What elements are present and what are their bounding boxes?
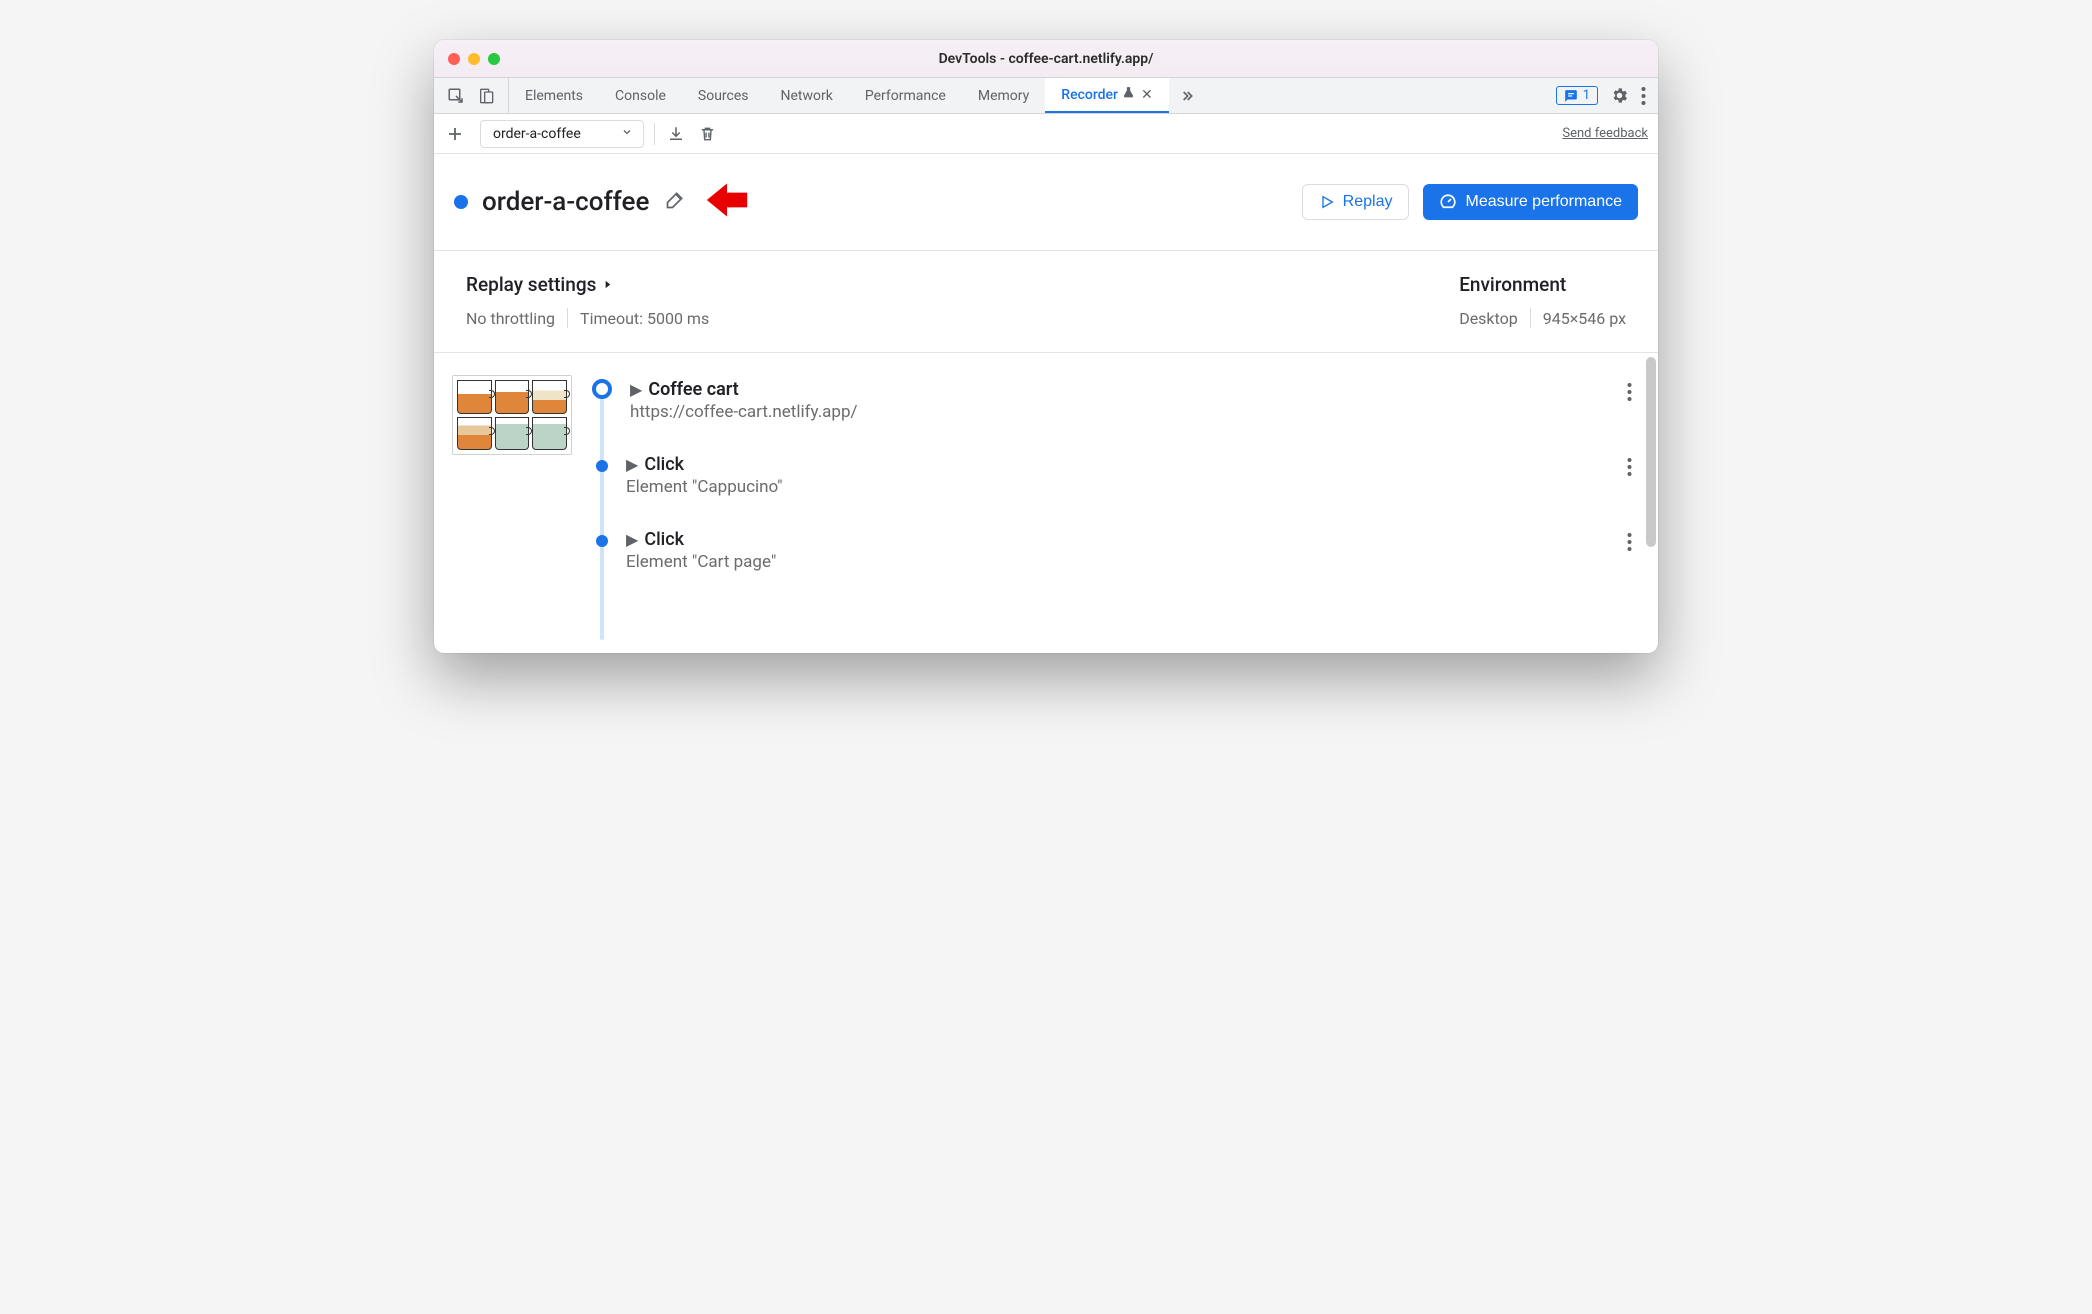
inspect-tools <box>434 78 509 113</box>
recording-status-dot <box>454 195 468 209</box>
edit-title-button[interactable] <box>665 190 685 214</box>
more-tabs-button[interactable] <box>1169 78 1205 113</box>
caret-right-icon: ▶ <box>630 380 642 399</box>
device-toolbar-icon[interactable] <box>476 86 496 106</box>
step-subtitle: Element "Cappucino" <box>626 477 1619 497</box>
issues-badge[interactable]: 1 <box>1556 86 1598 105</box>
window-title: DevTools - coffee-cart.netlify.app/ <box>434 51 1658 67</box>
step-menu-kebab-icon[interactable] <box>1619 454 1640 484</box>
recording-selector[interactable]: order-a-coffee <box>480 120 644 148</box>
close-tab-icon[interactable]: ✕ <box>1141 87 1153 103</box>
devtools-window: DevTools - coffee-cart.netlify.app/ Elem… <box>434 40 1658 653</box>
tabs-right-controls: 1 <box>1544 78 1658 113</box>
send-feedback-link[interactable]: Send feedback <box>1562 126 1648 141</box>
recording-header: order-a-coffee Replay Measure performanc… <box>434 154 1658 251</box>
tab-performance[interactable]: Performance <box>849 78 962 113</box>
replay-settings-section: Replay settings No throttling Timeout: 5… <box>466 273 709 328</box>
settings-row: Replay settings No throttling Timeout: 5… <box>434 251 1658 353</box>
tab-console[interactable]: Console <box>599 78 682 113</box>
issues-count: 1 <box>1583 88 1590 103</box>
tab-memory[interactable]: Memory <box>962 78 1045 113</box>
settings-gear-icon[interactable] <box>1610 86 1629 105</box>
divider <box>654 123 655 145</box>
step-title: Coffee cart <box>648 379 738 400</box>
caret-right-icon: ▶ <box>626 530 638 549</box>
step-title: Click <box>644 454 684 475</box>
steps-panel: ▶ Coffee cart https://coffee-cart.netlify… <box>434 353 1658 653</box>
step-screenshot-thumbnail[interactable] <box>452 375 572 455</box>
recording-title: order-a-coffee <box>482 187 649 217</box>
recording-selector-value: order-a-coffee <box>493 126 581 142</box>
measure-performance-button[interactable]: Measure performance <box>1423 184 1638 220</box>
tab-elements[interactable]: Elements <box>509 78 599 113</box>
tab-recorder[interactable]: Recorder ✕ <box>1045 78 1168 113</box>
tab-network[interactable]: Network <box>765 78 849 113</box>
step-item[interactable]: ▶ Click Element "Cart page" <box>588 525 1640 600</box>
replay-button-label: Replay <box>1343 193 1393 211</box>
export-recording-button[interactable] <box>665 123 687 145</box>
titlebar: DevTools - coffee-cart.netlify.app/ <box>434 40 1658 78</box>
chevron-down-icon <box>621 126 633 142</box>
timeline-node-icon <box>596 460 608 472</box>
window-controls <box>448 53 500 65</box>
tabs-list: Elements Console Sources Network Perform… <box>509 78 1544 113</box>
close-window-button[interactable] <box>448 53 460 65</box>
minimize-window-button[interactable] <box>468 53 480 65</box>
timeline: ▶ Coffee cart https://coffee-cart.netlify… <box>588 375 1640 600</box>
replay-button[interactable]: Replay <box>1302 184 1410 220</box>
new-recording-button[interactable] <box>444 123 466 145</box>
measure-button-label: Measure performance <box>1465 193 1622 211</box>
device-value: Desktop <box>1459 309 1518 328</box>
throttling-value: No throttling <box>466 309 555 328</box>
step-title: Click <box>644 529 684 550</box>
divider <box>1530 308 1531 328</box>
vertical-scrollbar[interactable] <box>1646 357 1656 547</box>
timeline-node-icon <box>596 535 608 547</box>
delete-recording-button[interactable] <box>697 123 719 145</box>
tab-sources[interactable]: Sources <box>682 78 765 113</box>
environment-section: Environment Desktop 945×546 px <box>1459 273 1626 328</box>
timeout-value: Timeout: 5000 ms <box>580 309 709 328</box>
main-menu-kebab-icon[interactable] <box>1641 87 1646 105</box>
recorder-toolbar: order-a-coffee Send feedback <box>434 114 1658 154</box>
viewport-value: 945×546 px <box>1543 309 1626 328</box>
devtools-tabs-row: Elements Console Sources Network Perform… <box>434 78 1658 114</box>
caret-right-icon: ▶ <box>626 455 638 474</box>
step-subtitle: https://coffee-cart.netlify.app/ <box>630 402 1619 422</box>
timeline-node-icon <box>592 379 612 399</box>
replay-settings-toggle[interactable]: Replay settings <box>466 273 709 296</box>
divider <box>567 308 568 328</box>
caret-right-icon <box>602 279 613 290</box>
step-menu-kebab-icon[interactable] <box>1619 379 1640 409</box>
annotation-arrow-icon <box>705 180 749 224</box>
step-menu-kebab-icon[interactable] <box>1619 529 1640 559</box>
maximize-window-button[interactable] <box>488 53 500 65</box>
environment-heading: Environment <box>1459 273 1626 296</box>
experiment-flask-icon <box>1122 86 1135 103</box>
step-subtitle: Element "Cart page" <box>626 552 1619 572</box>
inspect-element-icon[interactable] <box>446 86 466 106</box>
step-item[interactable]: ▶ Coffee cart https://coffee-cart.netlify… <box>588 375 1640 450</box>
step-item[interactable]: ▶ Click Element "Cappucino" <box>588 450 1640 525</box>
